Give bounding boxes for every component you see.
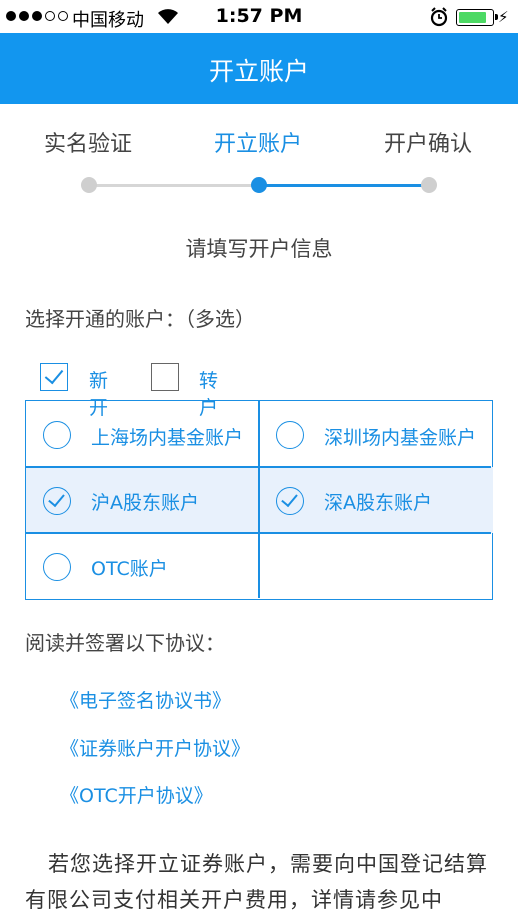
radio-icon[interactable] [276, 421, 304, 449]
battery-icon [456, 9, 498, 26]
account-option-sz-a[interactable]: 深A股东账户 [260, 467, 493, 533]
form-subtitle: 请填写开户信息 [185, 237, 333, 261]
step-label-open-account: 开立账户 [214, 132, 303, 157]
fee-notice: 若您选择开立证券账户，需要向中国登记结算有限公司支付相关开户费用，详情请参见中 [25, 852, 488, 912]
agreement-link-otc[interactable]: 《OTC开户协议》 [60, 781, 213, 808]
agreement-link-esign[interactable]: 《电子签名协议书》 [60, 686, 231, 713]
radio-icon[interactable] [43, 421, 71, 449]
agreements-title: 阅读并签署以下协议： [25, 631, 225, 655]
transfer-checkbox[interactable] [151, 363, 179, 391]
grid-divider-row2 [26, 532, 491, 534]
step-node-verify [81, 177, 97, 193]
account-option-sh-fund[interactable]: 上海场内基金账户 [26, 401, 258, 467]
account-option-label: 上海场内基金账户 [91, 427, 244, 449]
charging-icon: ⚡ [498, 8, 509, 26]
alarm-icon [430, 7, 448, 27]
account-option-label: 深圳场内基金账户 [324, 427, 477, 449]
progress-track-current [259, 184, 429, 187]
check-circle-icon[interactable] [276, 487, 304, 515]
account-options-grid: 上海场内基金账户 深圳场内基金账户 沪A股东账户 深A股东账户 OTC账户 [25, 400, 493, 600]
step-node-confirm [421, 177, 437, 193]
grid-divider-vertical [258, 401, 260, 598]
navigation-bar: 开立账户 [0, 33, 518, 104]
step-label-confirm: 开户确认 [384, 132, 473, 157]
account-option-sh-a[interactable]: 沪A股东账户 [26, 467, 258, 533]
account-option-otc[interactable]: OTC账户 [26, 534, 258, 598]
agreement-link-securities[interactable]: 《证券账户开户协议》 [60, 734, 250, 761]
account-option-label: 深A股东账户 [324, 492, 432, 514]
step-label-verify: 实名验证 [44, 132, 133, 157]
grid-divider-row1 [26, 466, 491, 468]
new-open-checkbox[interactable] [40, 363, 68, 391]
page-title: 开立账户 [208, 57, 309, 86]
account-option-sz-fund[interactable]: 深圳场内基金账户 [260, 401, 493, 467]
step-node-open-account [251, 177, 267, 193]
select-accounts-title: 选择开通的账户：（多选） [25, 307, 255, 331]
status-bar: 中国移动 1:57 PM ⚡ [0, 0, 518, 33]
radio-icon[interactable] [43, 553, 71, 581]
account-option-label: 沪A股东账户 [91, 492, 199, 514]
check-circle-icon[interactable] [43, 487, 71, 515]
account-option-label: OTC账户 [91, 558, 168, 580]
progress-track-done [89, 184, 259, 187]
